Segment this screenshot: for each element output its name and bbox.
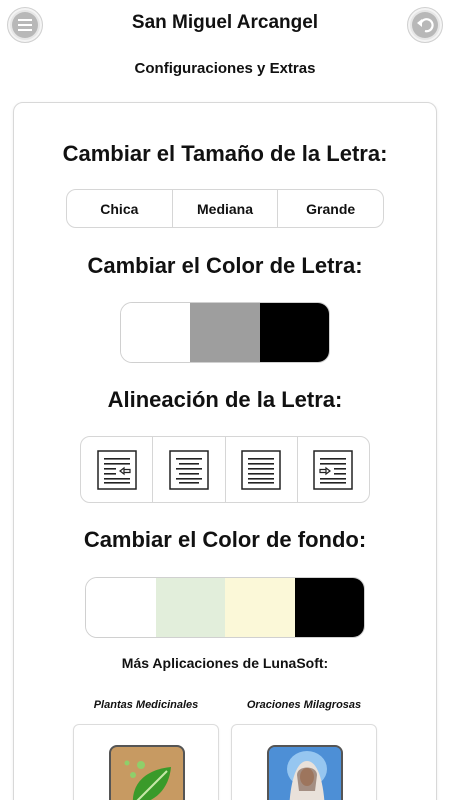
align-justify-button[interactable] xyxy=(226,437,298,502)
background-black-swatch[interactable] xyxy=(294,578,364,637)
page-title: San Miguel Arcangel xyxy=(131,12,319,33)
font-color-gray-swatch[interactable] xyxy=(190,303,260,362)
font-size-selector: Chica Mediana Grande xyxy=(66,189,384,228)
app-label-oraciones: Oraciones Milagrosas xyxy=(246,699,362,711)
font-size-large-button[interactable]: Grande xyxy=(278,190,383,227)
font-color-swatches xyxy=(120,302,330,363)
alignment-heading: Alineación de la Letra: xyxy=(107,387,343,412)
alignment-selector xyxy=(80,436,370,503)
app-card-oraciones[interactable] xyxy=(231,724,377,800)
app-card-plantas[interactable] xyxy=(73,724,219,800)
background-color-swatches xyxy=(85,577,365,638)
font-color-heading: Cambiar el Color de Letra: xyxy=(87,253,363,278)
font-color-white-swatch[interactable] xyxy=(121,303,191,362)
align-center-button[interactable] xyxy=(153,437,226,502)
font-color-black-swatch[interactable] xyxy=(259,303,329,362)
align-left-button[interactable] xyxy=(81,437,154,502)
font-size-small-button[interactable]: Chica xyxy=(67,190,173,227)
more-apps-heading: Más Aplicaciones de LunaSoft: xyxy=(121,655,329,671)
app-label-plantas: Plantas Medicinales xyxy=(93,699,199,711)
align-left-icon xyxy=(96,449,137,490)
background-color-heading: Cambiar el Color de fondo: xyxy=(83,527,367,552)
align-center-icon xyxy=(169,449,209,490)
font-size-medium-button[interactable]: Mediana xyxy=(173,190,279,227)
background-white-swatch[interactable] xyxy=(86,578,156,637)
align-justify-icon xyxy=(241,449,281,490)
back-arrow-icon xyxy=(417,18,434,33)
background-green-swatch[interactable] xyxy=(155,578,225,637)
align-right-icon xyxy=(313,449,354,490)
leaf-icon xyxy=(124,760,171,800)
back-button[interactable] xyxy=(407,7,443,43)
page-subtitle: Configuraciones y Extras xyxy=(134,60,316,77)
align-right-button[interactable] xyxy=(298,437,369,502)
virgin-mary-icon xyxy=(269,747,341,800)
leaf-app-icon xyxy=(109,745,185,800)
background-cream-swatch[interactable] xyxy=(225,578,295,637)
font-size-heading: Cambiar el Tamaño de la Letra: xyxy=(62,141,388,166)
virgin-mary-app-icon xyxy=(267,745,343,800)
